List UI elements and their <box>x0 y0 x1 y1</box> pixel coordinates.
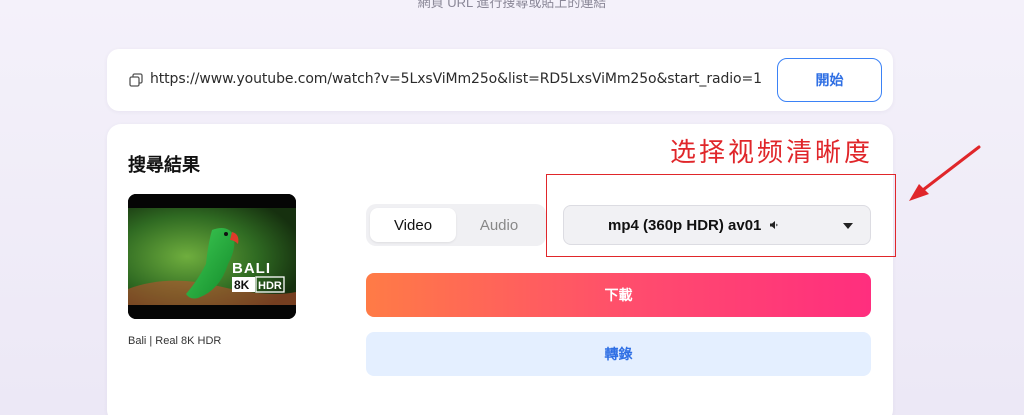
start-button[interactable]: 開始 <box>777 58 882 102</box>
media-type-tabs: Video Audio <box>366 204 546 246</box>
video-title: Bali | Real 8K HDR <box>128 335 222 347</box>
thumb-hdr-text: HDR <box>258 280 282 292</box>
convert-button[interactable]: 轉錄 <box>366 332 871 376</box>
video-thumbnail[interactable]: BALI 8K HDR <box>128 194 296 319</box>
annotation-label: 选择视频清晰度 <box>670 138 874 168</box>
thumb-8k-text: 8K <box>234 278 250 292</box>
url-input[interactable]: https://www.youtube.com/watch?v=5LxsViMm… <box>150 71 762 87</box>
url-input-bar: https://www.youtube.com/watch?v=5LxsViMm… <box>107 49 893 111</box>
thumb-bali-text: BALI <box>232 260 271 277</box>
annotation-arrow-icon <box>909 145 981 201</box>
annotation-highlight-box <box>546 174 896 257</box>
parrot-thumbnail-image: BALI 8K HDR <box>128 194 296 319</box>
tab-video[interactable]: Video <box>370 208 456 242</box>
download-button[interactable]: 下載 <box>366 273 871 317</box>
tab-audio[interactable]: Audio <box>456 208 542 242</box>
page-subtitle: 網頁 URL 進行搜尋或貼上的連結 <box>417 0 607 10</box>
copy-link-icon <box>129 73 143 87</box>
results-heading: 搜尋結果 <box>128 155 200 176</box>
